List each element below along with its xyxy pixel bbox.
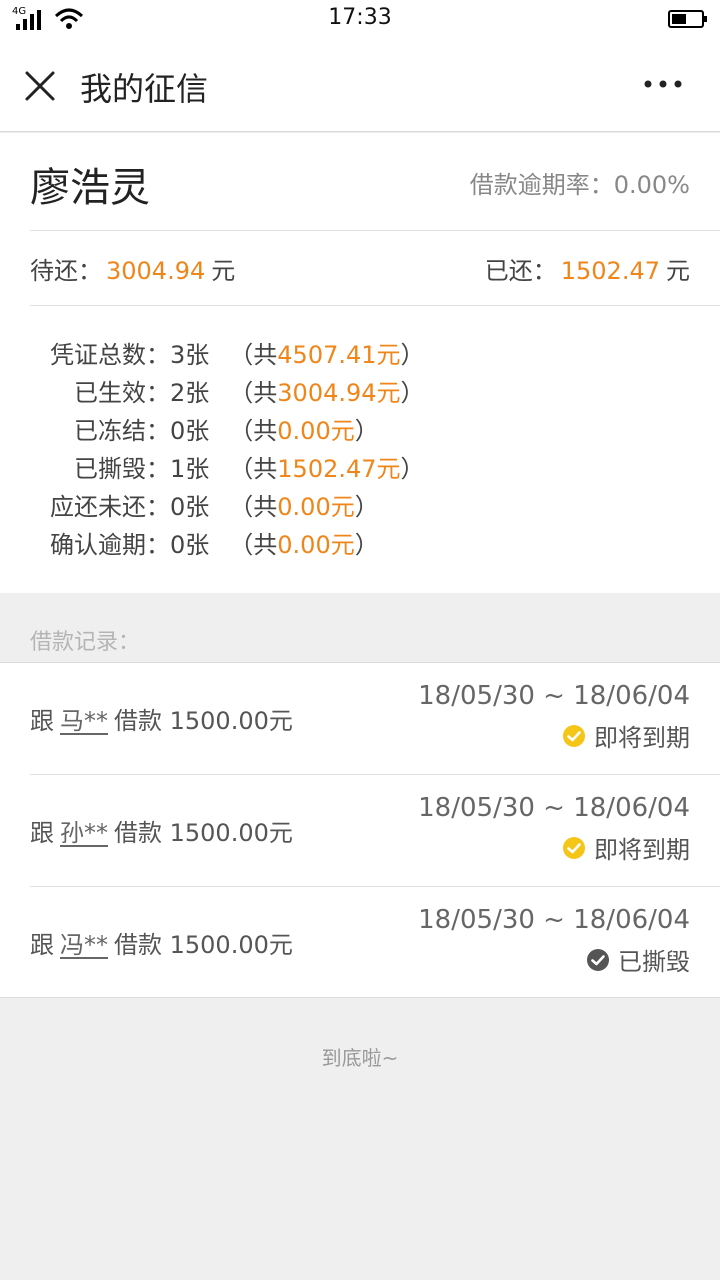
- divider: [30, 230, 720, 231]
- overdue-rate: 借款逾期率：0.00%: [469, 171, 690, 199]
- status-text: 即将到期: [594, 724, 690, 752]
- loan-records-list: 跟马** 借款 1500.00元 18/05/30 ~ 18/06/04 即将到期…: [0, 662, 720, 998]
- lender-link[interactable]: 马**: [60, 707, 108, 735]
- voucher-label: 已生效：: [74, 379, 170, 407]
- voucher-prefix: （共: [229, 531, 278, 559]
- voucher-row: 已冻结：0张 （共0.00元）: [30, 412, 425, 450]
- voucher-row: 已生效：2张 （共3004.94元）: [30, 374, 425, 412]
- loan-record-item[interactable]: 跟马** 借款 1500.00元 18/05/30 ~ 18/06/04 即将到期: [0, 663, 720, 775]
- voucher-row: 已撕毁：1张 （共1502.47元）: [30, 450, 425, 488]
- voucher-label: 应还未还：: [50, 493, 170, 521]
- voucher-row: 凭证总数：3张 （共4507.41元）: [30, 336, 425, 374]
- battery-icon: [668, 10, 707, 28]
- voucher-label: 已撕毁：: [74, 455, 170, 483]
- voucher-suffix: ）: [400, 341, 425, 369]
- voucher-label: 凭证总数：: [50, 341, 170, 369]
- lender-link[interactable]: 冯**: [60, 931, 108, 959]
- voucher-suffix: ）: [400, 455, 425, 483]
- pending-label: 待还：: [30, 257, 102, 285]
- voucher-suffix: ）: [400, 379, 425, 407]
- loan-record-desc: 跟马** 借款 1500.00元: [30, 701, 293, 736]
- record-desc: 借款 1500.00元: [114, 819, 293, 847]
- paid-amount: 1502.47: [560, 257, 660, 285]
- record-status: 即将到期: [562, 830, 690, 865]
- record-status: 已撕毁: [586, 942, 690, 977]
- paid-label: 已还：: [484, 257, 557, 285]
- pending-repayment: 待还： 3004.94 元: [30, 251, 235, 286]
- voucher-prefix: （共: [229, 493, 278, 521]
- credit-summary-card: 廖浩灵 借款逾期率：0.00% 待还： 3004.94 元 已还： 1502.47 元 …: [0, 133, 720, 593]
- voucher-suffix: ）: [354, 531, 379, 559]
- check-circle-icon: [587, 948, 609, 971]
- record-prefix: 跟: [30, 931, 54, 959]
- record-date: 18/05/30 ~ 18/06/04: [418, 681, 690, 711]
- status-bar: 4G 17:33: [0, 0, 720, 38]
- voucher-amount: 0.00元: [277, 493, 355, 521]
- voucher-count: 0张: [170, 493, 210, 521]
- voucher-prefix: （共: [229, 341, 278, 369]
- record-date: 18/05/30 ~ 18/06/04: [418, 793, 690, 823]
- voucher-count: 1张: [170, 455, 210, 483]
- check-circle-icon: [563, 724, 585, 747]
- voucher-count: 3张: [170, 341, 210, 369]
- record-prefix: 跟: [30, 819, 54, 847]
- loan-record-desc: 跟冯** 借款 1500.00元: [30, 925, 293, 960]
- voucher-label: 已冻结：: [74, 417, 170, 445]
- check-circle-icon: [563, 836, 585, 859]
- record-status: 即将到期: [562, 718, 690, 753]
- paid-repayment: 已还： 1502.47 元: [485, 251, 690, 286]
- record-date: 18/05/30 ~ 18/06/04: [418, 905, 690, 935]
- paid-unit: 元: [666, 257, 690, 285]
- repayment-row: 待还： 3004.94 元 已还： 1502.47 元: [30, 251, 690, 285]
- voucher-count: 0张: [170, 531, 210, 559]
- divider: [30, 305, 720, 306]
- voucher-prefix: （共: [229, 417, 278, 445]
- record-prefix: 跟: [30, 707, 54, 735]
- record-desc: 借款 1500.00元: [114, 931, 293, 959]
- page-title: 我的征信: [80, 70, 209, 108]
- voucher-stats: 凭证总数：3张 （共4507.41元） 已生效：2张 （共3004.94元） 已冻结…: [30, 336, 425, 564]
- voucher-prefix: （共: [229, 379, 278, 407]
- voucher-amount: 4507.41元: [277, 341, 401, 369]
- voucher-suffix: ）: [354, 417, 379, 445]
- voucher-count: 0张: [170, 417, 210, 445]
- voucher-prefix: （共: [229, 455, 278, 483]
- status-text: 已撕毁: [618, 948, 690, 976]
- status-text: 即将到期: [594, 836, 690, 864]
- voucher-amount: 1502.47元: [277, 455, 401, 483]
- voucher-amount: 3004.94元: [277, 379, 401, 407]
- user-name: 廖浩灵: [30, 165, 150, 211]
- close-icon[interactable]: [22, 68, 58, 104]
- voucher-suffix: ）: [354, 493, 379, 521]
- more-icon[interactable]: [640, 74, 686, 94]
- records-header: 借款记录：: [30, 630, 141, 655]
- loan-record-desc: 跟孙** 借款 1500.00元: [30, 813, 293, 848]
- voucher-row: 应还未还：0张 （共0.00元）: [30, 488, 425, 526]
- nav-bar: 我的征信: [0, 38, 720, 132]
- voucher-row: 确认逾期：0张 （共0.00元）: [30, 526, 425, 564]
- pending-amount: 3004.94: [106, 257, 206, 285]
- voucher-amount: 0.00元: [277, 417, 355, 445]
- pending-unit: 元: [211, 257, 236, 285]
- voucher-count: 2张: [170, 379, 210, 407]
- end-of-list-text: 到底啦~: [321, 1046, 399, 1070]
- record-desc: 借款 1500.00元: [114, 707, 293, 735]
- status-time: 17:33: [328, 5, 392, 30]
- voucher-amount: 0.00元: [277, 531, 355, 559]
- loan-record-item[interactable]: 跟孙** 借款 1500.00元 18/05/30 ~ 18/06/04 即将到期: [0, 775, 720, 887]
- loan-record-item[interactable]: 跟冯** 借款 1500.00元 18/05/30 ~ 18/06/04 已撕毁: [0, 887, 720, 999]
- voucher-label: 确认逾期：: [50, 531, 170, 559]
- lender-link[interactable]: 孙**: [60, 819, 108, 847]
